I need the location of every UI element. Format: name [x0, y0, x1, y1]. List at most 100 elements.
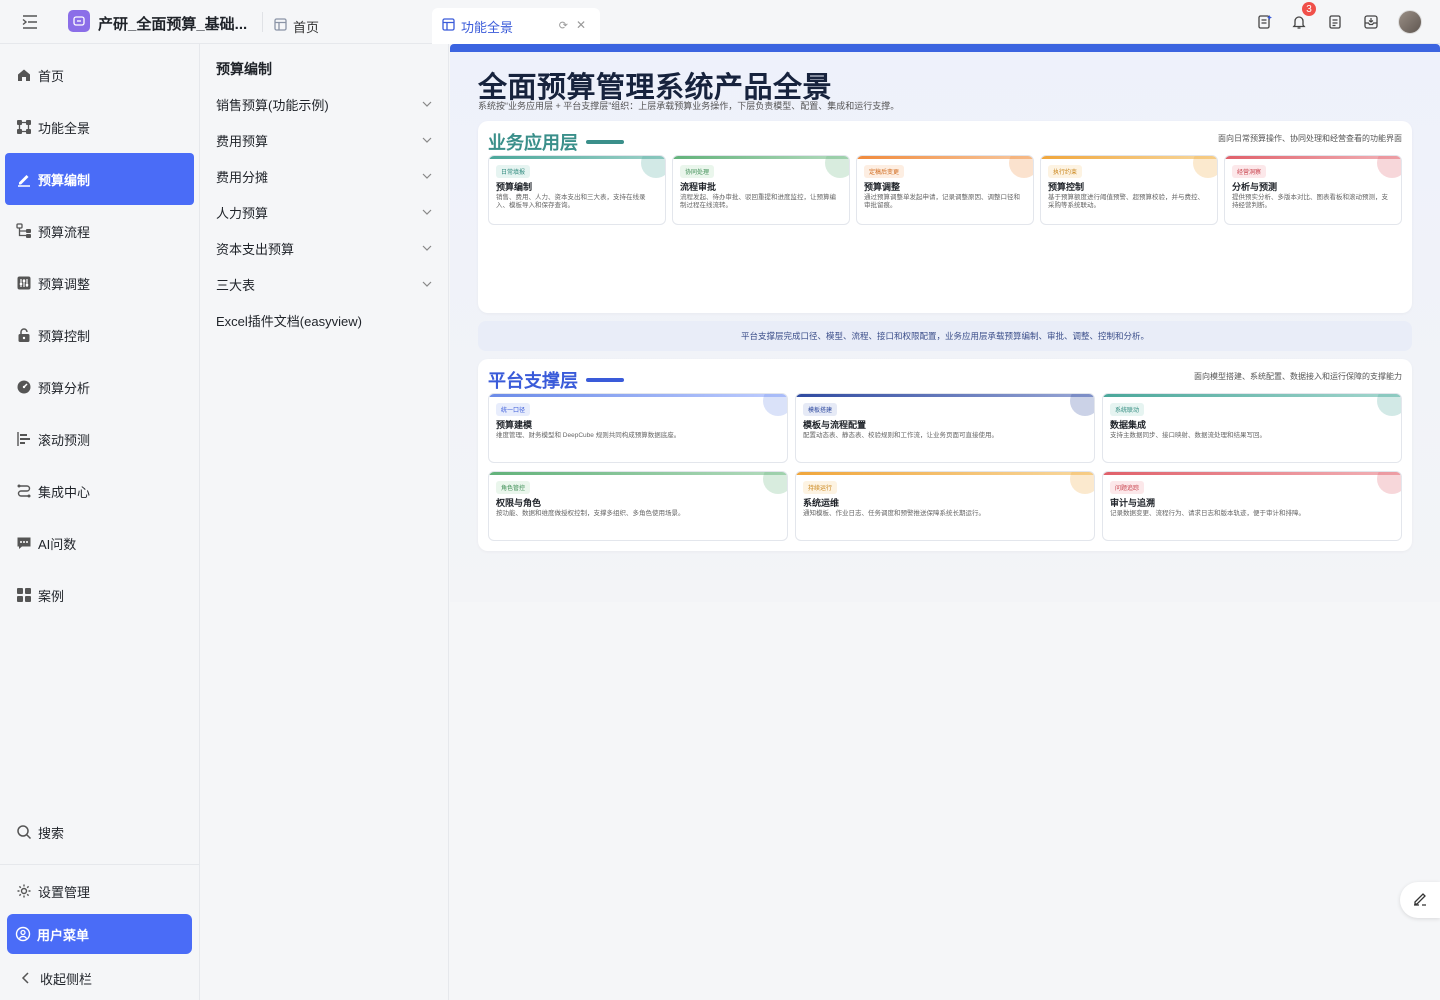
- card-title: 数据集成: [1110, 420, 1147, 430]
- card-accent: [1041, 156, 1217, 159]
- user-icon: [15, 926, 31, 942]
- card-title: 流程审批: [680, 182, 717, 192]
- integration-icon: [16, 483, 32, 499]
- task-icon[interactable]: [1256, 10, 1274, 34]
- page-icon: [274, 18, 287, 34]
- divider: [0, 864, 199, 865]
- sidebar-item-label: 预算调整: [38, 276, 91, 292]
- sidebar-item-flow[interactable]: 预算流程: [5, 205, 194, 257]
- card-operations[interactable]: 持续运行 系统运维 通知模板、作业日志、任务调度和预警推送保障系统长期运行。: [795, 471, 1095, 541]
- adjust-icon: [16, 275, 32, 291]
- sidebar-item-label: 功能全景: [38, 120, 91, 136]
- menu-toggle-icon[interactable]: [20, 12, 40, 32]
- sidebar-item-label: 滚动预测: [38, 432, 91, 448]
- sidebar-item-ai[interactable]: AI问数: [5, 517, 194, 569]
- card-tag: 经营洞察: [1232, 165, 1267, 178]
- subnav-item-label: 三大表: [216, 277, 256, 293]
- sidebar-item-adjust[interactable]: 预算调整: [5, 257, 194, 309]
- card-tag: 模板搭建: [803, 403, 838, 416]
- sidebar-item-forecast[interactable]: 滚动预测: [5, 413, 194, 465]
- search-icon: [16, 824, 32, 840]
- card-accent: [857, 156, 1033, 159]
- sidebar-item-label: 预算流程: [38, 224, 91, 240]
- sidebar-item-control[interactable]: 预算控制: [5, 309, 194, 361]
- card-adjust[interactable]: 定稿后变更 预算调整 通过预算调整单发起申请，记录调整原因、调整口径和审批留痕。: [856, 155, 1034, 225]
- close-icon[interactable]: ✕: [576, 18, 586, 32]
- card-tag: 执行约束: [1048, 165, 1083, 178]
- card-tag: 统一口径: [496, 403, 531, 416]
- sidebar-item-search[interactable]: 搜索: [5, 806, 194, 858]
- card-audit[interactable]: 问题追踪 审计与追溯 记录数据变更、流程行为、请求日志和版本轨迹，便于审计和排障…: [1102, 471, 1402, 541]
- card-accent: [489, 472, 787, 475]
- card-description: 维度管理、财务模型和 DeepCube 规则共同构成预算数据底座。: [496, 432, 681, 439]
- layer-title: 业务应用层: [488, 129, 624, 155]
- card-description: 配置动态表、静态表、校验规则和工作流，让业务页面可直接使用。: [803, 432, 998, 439]
- card-analysis[interactable]: 经营洞察 分析与预测 提供预实分析、多版本对比、图表看板和滚动预测，支持经营判断…: [1224, 155, 1402, 225]
- main-content: 全面预算管理系统产品全景 系统按“业务应用层 + 平台支撑层”组织：上层承载预算…: [450, 44, 1440, 1000]
- bell-icon[interactable]: 3: [1290, 2, 1316, 34]
- card-modeling[interactable]: 统一口径 预算建模 维度管理、财务模型和 DeepCube 规则共同构成预算数据…: [488, 393, 788, 463]
- subnav-item-label: 销售预算(功能示例): [216, 97, 329, 113]
- grid-icon: [16, 587, 32, 603]
- chevron-down-icon: [422, 135, 432, 146]
- sidebar-item-settings[interactable]: 设置管理: [5, 866, 194, 916]
- subnav-item-expense[interactable]: 费用预算: [216, 130, 432, 150]
- card-decor: [1070, 472, 1094, 494]
- card-data-integration[interactable]: 系统联动 数据集成 支持主数据同步、接口映射、数据流处理和结果写回。: [1102, 393, 1402, 463]
- card-approval[interactable]: 协同处理 流程审批 流程发起、待办审批、驳回重提和进度监控，让预算编制过程在线流…: [672, 155, 850, 225]
- card-title: 预算建模: [496, 420, 533, 430]
- card-description: 流程发起、待办审批、驳回重提和进度监控，让预算编制过程在线流转。: [680, 194, 836, 209]
- tab-home[interactable]: 首页: [274, 8, 319, 44]
- layer-title-text: 业务应用层: [488, 133, 578, 153]
- card-template-config[interactable]: 模板搭建 模板与流程配置 配置动态表、静态表、校验规则和工作流，让业务页面可直接…: [795, 393, 1095, 463]
- subnav-item-statements[interactable]: 三大表: [216, 274, 432, 294]
- card-budget-edit[interactable]: 日常填报 预算编制 销售、费用、人力、资本支出和三大表，支持在线录入、模板导入和…: [488, 155, 666, 225]
- card-description: 记录数据变更、流程行为、请求日志和版本轨迹，便于审计和排障。: [1110, 510, 1305, 517]
- card-control[interactable]: 执行约束 预算控制 基于预算额度进行阈值预警、超预算校验，并与费控、采购等系统联…: [1040, 155, 1218, 225]
- card-decor: [763, 472, 787, 494]
- app-title[interactable]: 产研_全面预算_基础...: [98, 13, 247, 34]
- card-accent: [1103, 472, 1401, 475]
- subnav-item-excel-doc[interactable]: Excel插件文档(easyview): [216, 310, 432, 330]
- avatar[interactable]: [1398, 10, 1422, 34]
- sidebar-item-budget-edit[interactable]: 预算编制: [5, 153, 194, 205]
- sidebar-item-overview[interactable]: 功能全景: [5, 101, 194, 153]
- card-decor: [1377, 156, 1401, 178]
- card-tag: 角色管控: [496, 481, 531, 494]
- chevron-down-icon: [422, 243, 432, 254]
- card-decor: [1377, 472, 1401, 494]
- user-menu-button[interactable]: 用户菜单: [7, 914, 192, 954]
- chat-icon: [16, 535, 32, 551]
- card-title: 审计与追溯: [1110, 498, 1156, 508]
- sidebar-item-home[interactable]: 首页: [5, 49, 194, 101]
- top-bar: 产研_全面预算_基础... 首页 功能全景 ⟳ ✕ 3: [0, 0, 1440, 44]
- sidebar-item-label: 集成中心: [38, 484, 91, 500]
- subnav-item-hr[interactable]: 人力预算: [216, 202, 432, 222]
- subnav-item-allocation[interactable]: 费用分摊: [216, 166, 432, 186]
- sidebar-item-analysis[interactable]: 预算分析: [5, 361, 194, 413]
- inbox-icon[interactable]: [1362, 10, 1380, 34]
- tab-home-label: 首页: [293, 19, 320, 35]
- sidebar-item-label: 首页: [38, 68, 65, 84]
- dashboard-icon: [16, 379, 32, 395]
- floating-edit-button[interactable]: [1400, 882, 1440, 918]
- card-permissions[interactable]: 角色管控 权限与角色 按功能、数据和维度做授权控制，支撑多组织、多角色使用场景。: [488, 471, 788, 541]
- chevron-down-icon: [422, 99, 432, 110]
- collapse-sidebar-button[interactable]: 收起侧栏: [5, 956, 194, 1000]
- sidebar-item-integration[interactable]: 集成中心: [5, 465, 194, 517]
- card-tag: 持续运行: [803, 481, 838, 494]
- layer-bridge-note: 平台支撑层完成口径、模型、流程、接口和权限配置，业务应用层承载预算编制、审批、调…: [478, 321, 1412, 351]
- refresh-icon[interactable]: ⟳: [559, 19, 568, 32]
- sub-navigation: 预算编制 销售预算(功能示例) 费用预算 费用分摊 人力预算 资本支出预算 三大…: [200, 44, 449, 1000]
- card-decor: [1193, 156, 1217, 178]
- subnav-item-capex[interactable]: 资本支出预算: [216, 238, 432, 258]
- chevron-left-icon: [18, 970, 34, 986]
- sidebar-item-cases[interactable]: 案例: [5, 569, 194, 621]
- tab-overview[interactable]: 功能全景 ⟳ ✕: [432, 8, 600, 44]
- document-icon[interactable]: [1326, 10, 1344, 34]
- subnav-item-sales[interactable]: 销售预算(功能示例): [216, 94, 432, 114]
- panel-accent-bar: [450, 44, 1440, 52]
- layer-title-text: 平台支撑层: [488, 371, 578, 391]
- user-menu-label: 用户菜单: [37, 927, 90, 943]
- card-accent: [796, 472, 1094, 475]
